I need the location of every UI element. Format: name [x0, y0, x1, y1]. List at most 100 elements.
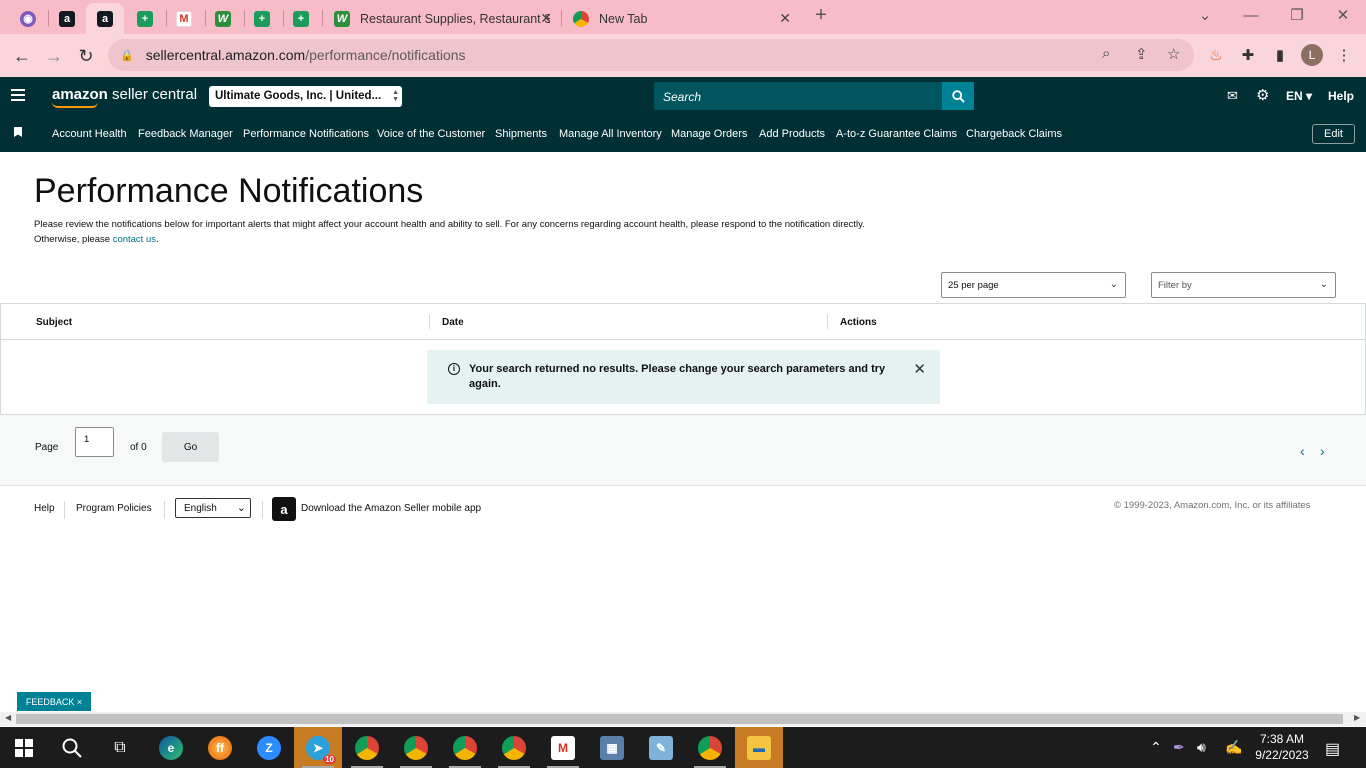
start-button[interactable] [0, 727, 48, 768]
chrome-profile-3-icon[interactable] [441, 727, 489, 768]
nav-add-products[interactable]: Add Products [759, 128, 825, 140]
new-tab-button[interactable]: + [808, 0, 834, 30]
close-icon[interactable]: ✕ [913, 360, 926, 378]
next-page-icon[interactable]: › [1320, 443, 1325, 459]
scroll-left-icon[interactable]: ◀ [5, 713, 11, 722]
account-selector[interactable]: Ultimate Goods, Inc. | United... ▲ ▼ [209, 86, 402, 107]
close-tab-icon[interactable]: ✕ [779, 10, 791, 27]
nav-a-to-z-claims[interactable]: A-to-z Guarantee Claims [836, 128, 957, 140]
windows-taskbar: ⧉ e ff Z ➤ 10 M ▦ ✎ ▬ ⌃ ✒ 🔊︎ ✍ 7:38 AM 9/2… [0, 727, 1366, 768]
profile-avatar[interactable]: L [1301, 44, 1323, 66]
contact-us-link[interactable]: contact us [113, 234, 156, 245]
scrollbar-thumb[interactable] [16, 714, 1343, 724]
mail-icon[interactable]: ✉ [1227, 88, 1238, 104]
show-hidden-icons-icon[interactable]: ⌃ [1150, 739, 1162, 756]
tab-gmail[interactable]: M [168, 3, 200, 34]
back-button[interactable]: ← [8, 42, 36, 70]
search-button[interactable] [942, 82, 974, 110]
nav-voice-of-the-customer[interactable]: Voice of the Customer [377, 128, 485, 140]
pagination-bar: Page 1 of 0 Go ‹ › [0, 415, 1366, 486]
tab-twitch[interactable]: ◉ [12, 3, 44, 34]
nav-manage-all-inventory[interactable]: Manage All Inventory [559, 128, 662, 140]
forward-button[interactable]: → [40, 42, 68, 70]
nav-feedback-manager[interactable]: Feedback Manager [138, 128, 233, 140]
search-input[interactable]: Search [654, 82, 942, 110]
file-explorer-icon[interactable]: ▬ [735, 727, 783, 768]
horizontal-scrollbar[interactable]: ◀ ▶ [0, 712, 1366, 726]
amazon-smile-icon [52, 102, 98, 108]
tab-webstaurant-1[interactable]: W [207, 3, 239, 34]
calculator-icon[interactable]: ▦ [588, 727, 636, 768]
nav-performance-notifications[interactable]: Performance Notifications [243, 128, 369, 140]
nav-chargeback-claims[interactable]: Chargeback Claims [966, 128, 1062, 140]
nav-account-health[interactable]: Account Health [52, 128, 127, 140]
address-bar[interactable]: 🔒 sellercentral.amazon.com/performance/n… [108, 39, 1194, 71]
chrome-profile-2-icon[interactable] [392, 727, 440, 768]
tab-title: New Tab [599, 11, 648, 26]
share-icon[interactable]: ⇪ [1135, 45, 1148, 63]
notifications-icon[interactable]: ▤ [1325, 739, 1340, 759]
tab-amazon-active[interactable]: a [86, 3, 124, 34]
filter-select[interactable]: Filter by ⌄ [1151, 272, 1336, 298]
system-clock[interactable]: 7:38 AM 9/22/2023 [1252, 731, 1312, 763]
scroll-right-icon[interactable]: ▶ [1354, 713, 1360, 722]
browser-menu-icon[interactable]: ⋮ [1332, 43, 1356, 67]
task-view-icon[interactable]: ⧉ [96, 727, 144, 768]
zoom-icon[interactable]: ⌕ [1102, 45, 1110, 62]
tab-sheets-1[interactable]: + [129, 3, 161, 34]
reload-button[interactable]: ↻ [72, 42, 100, 70]
page-label: Page [35, 442, 59, 453]
tab-amazon-1[interactable]: a [51, 3, 83, 34]
download-app-link[interactable]: Download the Amazon Seller mobile app [301, 503, 481, 514]
language-selector[interactable]: EN ▾ [1286, 89, 1312, 103]
account-spinner-icon: ▲ ▼ [392, 89, 399, 103]
tab-sheets-2[interactable]: + [246, 3, 278, 34]
settings-gear-icon[interactable]: ⚙ [1256, 86, 1269, 104]
tab-sheets-3[interactable]: + [285, 3, 317, 34]
restore-button[interactable]: ❐ [1282, 0, 1312, 30]
page-number-input[interactable]: 1 [75, 427, 114, 457]
chrome-profile-1-icon[interactable] [343, 727, 391, 768]
seller-central-logo[interactable]: amazon seller central [52, 86, 197, 108]
firefox-icon[interactable]: ff [196, 727, 244, 768]
pen-workspace-icon[interactable]: ✍ [1225, 739, 1242, 756]
chrome-profile-4-icon[interactable] [490, 727, 538, 768]
previous-page-icon[interactable]: ‹ [1300, 443, 1305, 459]
tab-new-tab[interactable]: New Tab ✕ [563, 3, 799, 34]
edit-nav-button[interactable]: Edit [1312, 124, 1355, 144]
extensions-puzzle-icon[interactable]: ✚ [1236, 43, 1260, 67]
amazon-app-icon[interactable]: a [272, 497, 296, 521]
program-policies-link[interactable]: Program Policies [76, 503, 152, 514]
edge-icon[interactable]: e [147, 727, 195, 768]
go-button[interactable]: Go [162, 432, 219, 462]
pen-tray-icon[interactable]: ✒ [1173, 739, 1185, 756]
close-window-button[interactable]: ✕ [1328, 0, 1358, 30]
footer-language-select[interactable]: English ⌄ [175, 498, 251, 518]
lock-icon: 🔒 [120, 49, 134, 62]
column-subject[interactable]: Subject [36, 317, 72, 328]
volume-icon[interactable]: 🔊︎ [1197, 739, 1206, 756]
close-tab-icon[interactable]: ✕ [540, 10, 552, 27]
gmail-app-icon[interactable]: M [539, 727, 587, 768]
extension-fire-icon[interactable]: ♨ [1204, 43, 1228, 67]
zoom-app-icon[interactable]: Z [245, 727, 293, 768]
copyright-text: © 1999-2023, Amazon.com, Inc. or its aff… [1114, 500, 1311, 511]
minimize-button[interactable]: — [1236, 0, 1266, 30]
nav-manage-orders[interactable]: Manage Orders [671, 128, 747, 140]
tab-search-icon[interactable]: ⌄ [1190, 0, 1220, 30]
telegram-icon[interactable]: ➤ 10 [294, 727, 342, 768]
column-date[interactable]: Date [442, 317, 464, 328]
search-taskbar-icon[interactable] [48, 727, 96, 768]
per-page-select[interactable]: 25 per page ⌄ [941, 272, 1126, 298]
notepad-icon[interactable]: ✎ [637, 727, 685, 768]
side-panel-icon[interactable]: ▮ [1268, 43, 1292, 67]
footer-help-link[interactable]: Help [34, 503, 55, 514]
feedback-button[interactable]: FEEDBACK × [17, 692, 91, 711]
bookmark-icon[interactable] [14, 127, 22, 137]
tab-restaurant-supplies[interactable]: W Restaurant Supplies, Restaurant S ✕ [324, 3, 560, 34]
bookmark-star-icon[interactable]: ☆ [1167, 45, 1180, 63]
help-link[interactable]: Help [1328, 89, 1354, 103]
hamburger-menu-icon[interactable] [11, 89, 25, 101]
nav-shipments[interactable]: Shipments [495, 128, 547, 140]
chrome-profile-5-icon[interactable] [686, 727, 734, 768]
